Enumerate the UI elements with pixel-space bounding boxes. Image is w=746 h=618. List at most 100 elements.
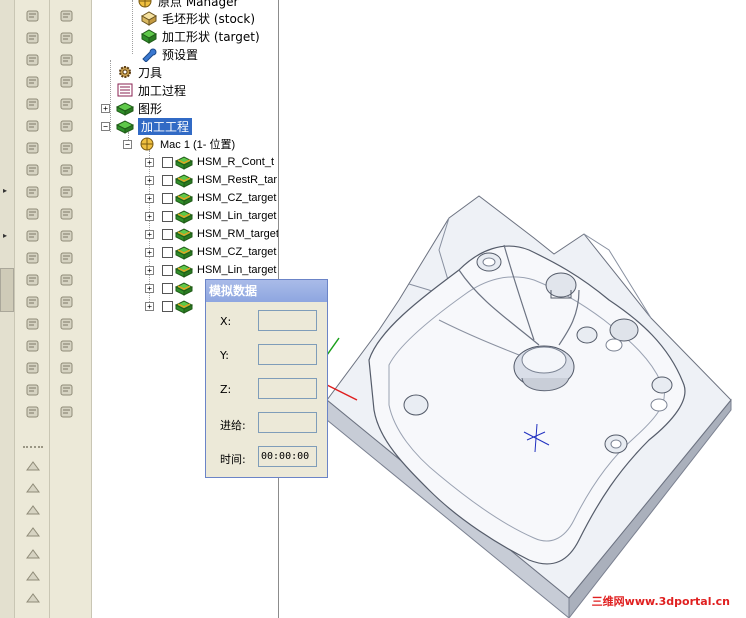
sheet-tool-icon[interactable] [24, 480, 42, 496]
operation-checkbox[interactable] [162, 192, 173, 204]
mirror-icon[interactable] [24, 360, 42, 376]
sheet-tool-icon[interactable] [24, 524, 42, 540]
x-value-field[interactable] [258, 310, 317, 331]
sheet-tool-icon[interactable] [24, 458, 42, 474]
tree-item-stock[interactable]: 毛坯形状 (stock) [138, 9, 255, 27]
expand-toggle[interactable]: + [145, 193, 154, 203]
operation-checkbox[interactable] [162, 228, 173, 240]
tree-item-machining-project[interactable]: − 加工工程 [101, 117, 193, 135]
sheet-tool-icon[interactable] [24, 502, 42, 518]
operation-checkbox[interactable] [162, 174, 173, 186]
sketch-icon[interactable] [24, 206, 42, 222]
scale-icon[interactable] [58, 184, 76, 200]
tree-item-operation[interactable]: + HSM_CZ_target [145, 189, 276, 207]
split-icon[interactable] [24, 162, 42, 178]
combine-icon[interactable] [58, 162, 76, 178]
expand-toggle[interactable]: + [101, 103, 110, 113]
boss-small [403, 394, 429, 416]
move-icon[interactable] [24, 184, 42, 200]
extrude-icon[interactable] [24, 8, 42, 24]
revolve-icon[interactable] [24, 250, 42, 266]
chamfer-icon[interactable] [58, 52, 76, 68]
dome-icon[interactable] [58, 360, 76, 376]
draft-icon[interactable] [58, 316, 76, 332]
simulation-data-dialog[interactable]: 模拟数据 X: Y: Z: 进给: 时间: 00:00:00 [205, 279, 328, 478]
time-value-field[interactable]: 00:00:00 [258, 446, 317, 467]
fillet-icon[interactable] [24, 52, 42, 68]
draft-icon[interactable] [24, 96, 42, 112]
loft-icon[interactable] [58, 30, 76, 46]
sheet-tool-icon[interactable] [24, 590, 42, 606]
expand-toggle[interactable]: + [145, 175, 154, 185]
tree-item-mac1[interactable]: − Mac 1 (1- 位置) [123, 135, 235, 153]
shell-icon[interactable] [58, 294, 76, 310]
dialog-title[interactable]: 模拟数据 [206, 280, 327, 302]
curve-icon[interactable] [24, 228, 42, 244]
fillet-icon[interactable] [58, 272, 76, 288]
shell-icon[interactable] [24, 74, 42, 90]
operation-checkbox[interactable] [162, 264, 173, 276]
expand-toggle[interactable]: + [145, 229, 154, 239]
operation-checkbox[interactable] [162, 246, 173, 258]
loft-icon[interactable] [24, 272, 42, 288]
expand-toggle[interactable]: + [145, 247, 154, 257]
combine-icon[interactable] [24, 404, 42, 420]
pattern-icon[interactable] [24, 118, 42, 134]
hole-icon[interactable] [58, 96, 76, 112]
extrude-icon[interactable] [58, 228, 76, 244]
rib-icon[interactable] [24, 316, 42, 332]
sweep-icon[interactable] [24, 30, 42, 46]
tree-item-operation[interactable]: + [145, 279, 197, 297]
dome-icon[interactable] [24, 140, 42, 156]
mirror-icon[interactable] [58, 118, 76, 134]
tree-item-process[interactable]: 加工过程 [114, 81, 186, 99]
operation-checkbox[interactable] [162, 210, 173, 222]
sheet-tool-icon[interactable] [24, 568, 42, 584]
expand-toggle[interactable]: + [145, 301, 154, 311]
tree-item-operation[interactable]: + HSM_Lin_target [145, 207, 277, 225]
feed-value-field[interactable] [258, 412, 317, 433]
tree-item-label: HSM_CZ_target [197, 246, 277, 258]
smart-dimension-icon[interactable] [58, 206, 76, 222]
tree-item-operation[interactable]: + [145, 297, 197, 315]
chamfer-icon[interactable] [24, 294, 42, 310]
tree-item-operation[interactable]: + HSM_R_Cont_t [145, 153, 274, 171]
tree-item-operation[interactable]: + HSM_RestR_tar [145, 171, 277, 189]
wrap-icon[interactable] [58, 140, 76, 156]
tree-item-operation[interactable]: + HSM_CZ_target [145, 243, 276, 261]
tree-item-geometry[interactable]: + 图形 [101, 99, 162, 117]
split-icon[interactable] [58, 382, 76, 398]
tree-item-target[interactable]: 加工形状 (target) [138, 27, 260, 45]
toolbar-expand-arrow[interactable]: ▸ [3, 231, 8, 240]
collapse-toggle[interactable]: − [123, 139, 132, 149]
tree-item-presets[interactable]: 预设置 [138, 45, 198, 63]
operation-checkbox[interactable] [162, 156, 173, 168]
hole-icon[interactable] [24, 338, 42, 354]
rib-icon[interactable] [58, 74, 76, 90]
tree-item-operation[interactable]: + HSM_Lin_target [145, 261, 277, 279]
tree-item-label: 加工形状 (target) [162, 29, 260, 44]
operation-checkbox[interactable] [162, 282, 173, 294]
y-value-field[interactable] [258, 344, 317, 365]
expand-toggle[interactable]: + [145, 265, 154, 275]
toolbar-splitter[interactable] [0, 268, 14, 312]
tree-item-label: 预设置 [162, 47, 199, 62]
part-model-canvas[interactable] [279, 0, 746, 618]
tree-item-label: HSM_Lin_target [197, 264, 277, 276]
revolve-icon[interactable] [58, 8, 76, 24]
sweep-icon[interactable] [58, 250, 76, 266]
tree-item-operation[interactable]: + HSM_RM_target [145, 225, 278, 243]
z-value-field[interactable] [258, 378, 317, 399]
graphics-viewport[interactable] [279, 0, 746, 618]
sheet-tool-icon[interactable] [24, 546, 42, 562]
pattern-icon[interactable] [58, 338, 76, 354]
expand-toggle[interactable]: + [145, 211, 154, 221]
wrap-icon[interactable] [24, 382, 42, 398]
tree-item-tools[interactable]: 刀具 [114, 63, 162, 81]
expand-toggle[interactable]: + [145, 157, 154, 167]
move-icon[interactable] [58, 404, 76, 420]
toolbar-expand-arrow[interactable]: ▸ [3, 186, 8, 195]
expand-toggle[interactable]: + [145, 283, 154, 293]
operation-checkbox[interactable] [162, 300, 173, 312]
collapse-toggle[interactable]: − [101, 121, 110, 131]
